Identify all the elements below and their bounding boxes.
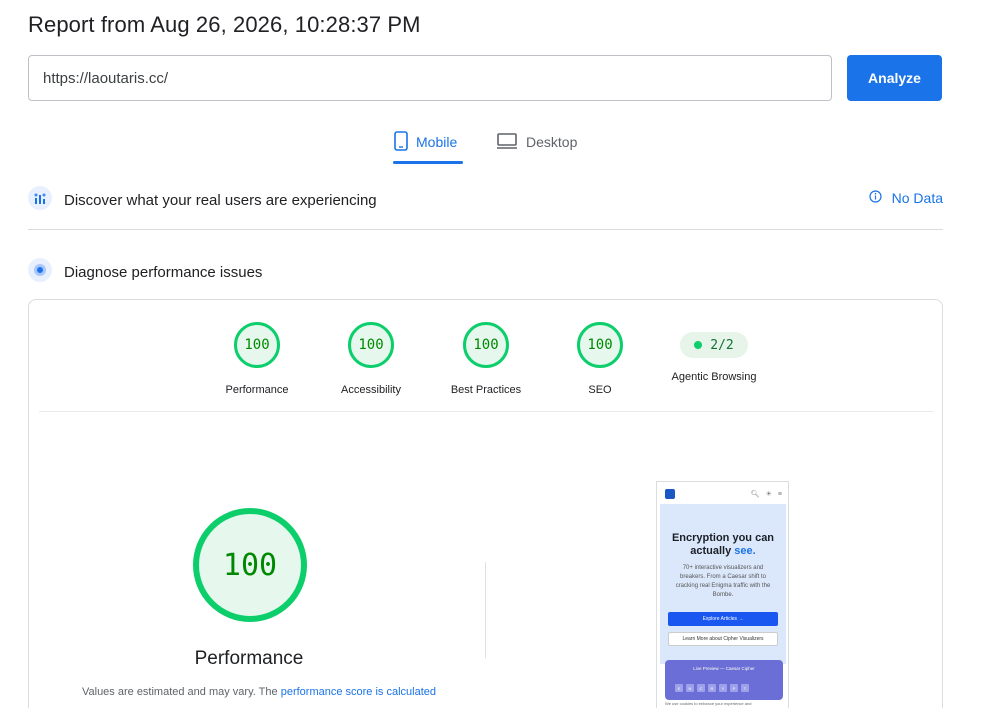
preview-header: 🔍︎ ☀ ≡ [657, 482, 788, 506]
crux-label: Discover what your real users are experi… [64, 191, 377, 209]
agentic-pill: 2/2 [680, 332, 748, 358]
score-gauge-agentic-browsing[interactable]: 2/2 Agentic Browsing [659, 322, 769, 383]
preview-cipher-panel: Live Preview — Caesar Cipher E N C R Y P… [665, 660, 783, 700]
menu-icon: ≡ [777, 490, 782, 498]
report-title: Report from Aug 26, 2026, 10:28:37 PM [28, 12, 421, 37]
preview-key: R [708, 684, 716, 692]
page-screenshot-preview: 🔍︎ ☀ ≡ Encryption you can actually see. … [656, 481, 789, 708]
device-tabs: Mobile Desktop [0, 120, 1000, 166]
note-text: Values are estimated and may vary. The [81, 686, 281, 698]
score-gauge-accessibility[interactable]: 100 Accessibility [316, 322, 426, 396]
mobile-phone-icon [394, 130, 408, 154]
info-icon [869, 190, 882, 206]
score-label: Best Practices [450, 384, 522, 396]
card-divider [39, 411, 934, 412]
main-performance-label: Performance [194, 648, 304, 669]
site-logo-icon [665, 489, 675, 499]
agentic-label: Agentic Browsing [671, 371, 757, 383]
score-label: Accessibility [341, 384, 401, 396]
score-gauge-best-practices[interactable]: 100 Best Practices [431, 322, 541, 396]
crux-section: Discover what your real users are experi… [28, 185, 943, 215]
tab-desktop[interactable]: Desktop [496, 120, 586, 164]
pass-dot-icon [694, 341, 703, 349]
tab-mobile[interactable]: Mobile [394, 120, 464, 164]
preview-key: Y [719, 684, 727, 692]
lighthouse-card: 100 Performance 100 Accessibility 100 Be… [28, 299, 943, 708]
headline-accent: see. [734, 545, 756, 557]
tab-mobile-label: Mobile [416, 134, 458, 150]
score-label: Performance [225, 384, 289, 396]
preview-panel-title: Live Preview — Caesar Cipher [693, 666, 755, 671]
preview-hero: Encryption you can actually see. 70+ int… [660, 504, 786, 664]
no-data-link[interactable]: No Data [869, 190, 943, 206]
users-chart-icon [28, 185, 52, 215]
theme-icon: ☀ [765, 491, 772, 498]
search-icon: 🔍︎ [750, 491, 760, 498]
main-performance-gauge: 100 [193, 508, 307, 622]
agentic-value: 2/2 [710, 337, 734, 353]
estimate-note: Values are estimated and may vary. The p… [69, 684, 449, 700]
preview-subtext: 70+ interactive visualizers and breakers… [675, 565, 771, 598]
desktop-monitor-icon [496, 132, 518, 153]
score-gauge-performance[interactable]: 100 Performance [202, 322, 312, 396]
url-input[interactable] [28, 55, 832, 101]
score-value: 100 [234, 322, 280, 368]
preview-key: E [675, 684, 683, 692]
analyze-button[interactable]: Analyze [847, 55, 942, 101]
diagnose-label: Diagnose performance issues [64, 263, 263, 281]
lighthouse-icon [28, 257, 52, 287]
preview-keys: E N C R Y P T [675, 684, 749, 692]
score-value: 100 [348, 322, 394, 368]
preview-key: P [730, 684, 738, 692]
headline-line-1: Encryption you can [671, 532, 775, 544]
performance-score-link[interactable]: performance score is calculated [281, 686, 436, 698]
preview-key: T [741, 684, 749, 692]
score-value: 100 [463, 322, 509, 368]
diagnose-section: Diagnose performance issues [28, 257, 943, 287]
tab-desktop-label: Desktop [526, 134, 578, 150]
vertical-separator [485, 562, 486, 658]
active-tab-indicator [393, 161, 463, 164]
preview-header-icons: 🔍︎ ☀ ≡ [750, 490, 782, 499]
score-label: SEO [588, 384, 612, 396]
headline-line-2: actually [690, 545, 735, 557]
section-divider [28, 229, 943, 230]
preview-primary-button: Explore Articles → [668, 612, 778, 626]
preview-headline: Encryption you can actually see. [660, 532, 786, 558]
score-gauge-seo[interactable]: 100 SEO [545, 322, 655, 396]
preview-cookie-text: We use cookies to enhance your experienc… [665, 701, 752, 706]
preview-secondary-button: Learn More about Cipher Visualizers [668, 632, 778, 646]
score-value: 100 [577, 322, 623, 368]
preview-key: N [686, 684, 694, 692]
preview-key: C [697, 684, 705, 692]
no-data-label: No Data [891, 190, 943, 206]
